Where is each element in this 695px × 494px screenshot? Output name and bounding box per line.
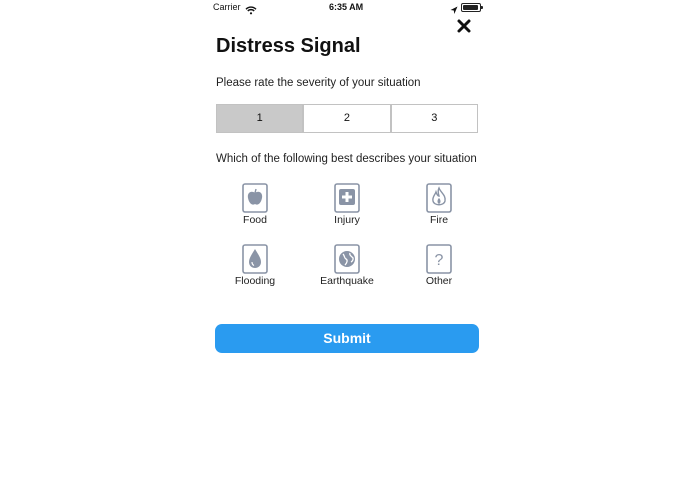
situation-prompt: Which of the following best describes yo… [216, 153, 477, 165]
water-drop-icon [242, 244, 268, 274]
severity-option-3[interactable]: 3 [390, 104, 478, 133]
category-label: Flooding [234, 275, 276, 287]
category-label: Other [425, 275, 453, 287]
category-flooding[interactable]: Flooding [215, 244, 295, 287]
category-food[interactable]: Food [215, 183, 295, 226]
severity-prompt: Please rate the severity of your situati… [216, 77, 421, 89]
first-aid-icon [334, 183, 360, 213]
category-injury[interactable]: Injury [307, 183, 387, 226]
svg-text:?: ? [435, 252, 444, 269]
wifi-icon [245, 2, 257, 20]
submit-button[interactable]: Submit [215, 324, 479, 353]
fire-icon [426, 183, 452, 213]
globe-icon [334, 244, 360, 274]
severity-segmented-control: 1 2 3 [216, 104, 478, 133]
category-label: Earthquake [320, 275, 374, 287]
page-title: Distress Signal [216, 35, 361, 57]
carrier-label: Carrier [213, 2, 241, 12]
close-button[interactable] [456, 18, 472, 34]
severity-option-2[interactable]: 2 [303, 104, 391, 133]
battery-icon [461, 3, 483, 12]
question-icon: ? [426, 244, 452, 274]
category-label: Food [243, 214, 267, 226]
status-bar: Carrier 6:35 AM [0, 0, 695, 16]
category-earthquake[interactable]: Earthquake [307, 244, 387, 287]
battery-fill [463, 5, 478, 10]
apple-icon [242, 183, 268, 213]
category-other[interactable]: ? Other [399, 244, 479, 287]
category-label: Injury [334, 214, 360, 226]
category-fire[interactable]: Fire [399, 183, 479, 226]
status-time: 6:35 AM [329, 2, 364, 12]
category-label: Fire [429, 214, 449, 226]
close-icon [457, 19, 471, 33]
severity-option-1[interactable]: 1 [216, 104, 304, 133]
